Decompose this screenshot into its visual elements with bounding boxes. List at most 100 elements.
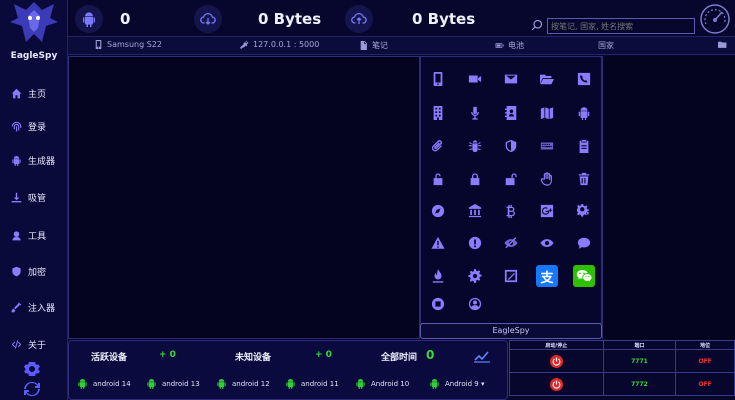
lock-open-icon[interactable]	[500, 168, 522, 190]
unknown-devices-label: 未知设备	[235, 353, 272, 363]
alipay-glyph: 支	[540, 270, 554, 286]
android-icon	[356, 378, 365, 389]
user-circle-icon[interactable]	[464, 293, 486, 315]
hand-icon[interactable]	[536, 168, 558, 190]
android-version-13[interactable]: android 13	[146, 378, 200, 389]
search-input[interactable]	[547, 18, 695, 34]
clipboard-icon[interactable]	[573, 135, 595, 157]
paperclip-icon[interactable]	[427, 135, 449, 157]
sidebar-item-dropper[interactable]: 吸管	[0, 186, 68, 208]
sidebar-item-label: 登录	[28, 122, 47, 133]
power-icon	[552, 380, 561, 389]
bank-icon[interactable]	[464, 200, 486, 222]
col-start-stop: 启动/停止	[509, 340, 604, 350]
gear-icon[interactable]	[464, 265, 486, 287]
eye-slash-icon[interactable]	[500, 232, 522, 254]
device-address[interactable]: 127.0.0.1 : 5000	[240, 40, 319, 49]
bitcoin-icon[interactable]	[500, 200, 522, 222]
device-model-text: Samsung S22	[107, 40, 162, 49]
devices-android-icon	[75, 5, 103, 33]
settings-gear-icon[interactable]	[23, 361, 41, 377]
android-version-12[interactable]: android 12	[216, 378, 270, 389]
sidebar: EagleSpy 主页 登录 生成器 吸管 工具 加密 注入器 关于	[0, 0, 68, 400]
keyboard-icon[interactable]	[536, 135, 558, 157]
device-stats-panel: 活跃设备 + 0 未知设备 + 0 全部时间 0 android 14 andr…	[68, 340, 508, 400]
compass-icon[interactable]	[427, 200, 449, 222]
android-icon	[147, 378, 156, 389]
android-version-14[interactable]: android 14	[77, 378, 131, 389]
phone-icon[interactable]	[427, 68, 449, 90]
wechat-icon[interactable]	[573, 265, 595, 287]
download-icon	[9, 190, 23, 204]
fingerprint-icon	[9, 119, 23, 133]
device-folder[interactable]	[718, 40, 731, 49]
android-version-9[interactable]: Android 9 ▾	[429, 378, 484, 389]
sidebar-item-login[interactable]: 登录	[0, 115, 68, 137]
android-icon	[430, 378, 439, 389]
sidebar-item-tools[interactable]: 工具	[0, 224, 68, 246]
alert-icon[interactable]	[464, 232, 486, 254]
folder-open-icon[interactable]	[536, 68, 558, 90]
android-icon[interactable]	[573, 102, 595, 124]
port-state: OFF	[675, 372, 735, 396]
map-icon[interactable]	[536, 102, 558, 124]
sidebar-item-label: 工具	[28, 231, 47, 242]
home-icon	[9, 86, 23, 100]
sidebar-item-label: 吸管	[28, 193, 47, 204]
video-icon[interactable]	[464, 68, 486, 90]
eaglespy-button[interactable]: EagleSpy	[420, 323, 602, 339]
sidebar-item-builder[interactable]: 生成器	[0, 149, 68, 171]
android-version-10[interactable]: Android 10	[355, 378, 409, 389]
col-port: 端口	[602, 340, 677, 350]
phone-call-icon[interactable]	[573, 68, 595, 90]
main-screen-panel[interactable]	[68, 56, 420, 339]
refresh-icon[interactable]	[23, 381, 41, 397]
android-icon	[78, 378, 87, 389]
android-icon	[217, 378, 226, 389]
device-country[interactable]: 国家	[598, 40, 614, 51]
fire-icon[interactable]	[427, 265, 449, 287]
note-icon	[360, 41, 367, 50]
contacts-icon[interactable]	[500, 102, 522, 124]
trend-chart-icon[interactable]	[473, 349, 491, 363]
unknown-devices-value: + 0	[315, 350, 332, 360]
cogs-icon[interactable]	[573, 200, 595, 222]
power-button[interactable]	[549, 354, 563, 368]
power-icon	[552, 357, 561, 366]
phone-icon	[95, 40, 102, 49]
sidebar-item-encrypt[interactable]: 加密	[0, 260, 68, 282]
google-plus-icon[interactable]	[536, 200, 558, 222]
building-icon[interactable]	[427, 102, 449, 124]
app-window: EagleSpy 主页 登录 生成器 吸管 工具 加密 注入器 关于 0 0 B…	[0, 0, 735, 400]
tools-icon	[9, 228, 23, 242]
eye-icon[interactable]	[536, 232, 558, 254]
device-battery[interactable]: 电池	[495, 40, 524, 51]
device-model[interactable]: Samsung S22	[94, 40, 162, 49]
mic-icon[interactable]	[464, 102, 486, 124]
sidebar-item-home[interactable]: 主页	[0, 82, 68, 104]
alipay-icon[interactable]: 支	[536, 265, 558, 287]
sidebar-item-injector[interactable]: 注入器	[0, 296, 68, 318]
lock-icon[interactable]	[464, 168, 486, 190]
warning-icon[interactable]	[427, 232, 449, 254]
chat-icon[interactable]	[573, 232, 595, 254]
device-country-text: 国家	[598, 41, 614, 50]
trash-icon[interactable]	[573, 168, 595, 190]
shield-half-icon[interactable]	[500, 135, 522, 157]
power-button[interactable]	[549, 377, 563, 391]
stop-icon[interactable]	[427, 293, 449, 315]
download-bytes: 0 Bytes	[258, 10, 322, 28]
screenshot-icon[interactable]	[500, 265, 522, 287]
android-version-11[interactable]: android 11	[285, 378, 339, 389]
plug-icon	[240, 40, 249, 49]
search-icon	[531, 19, 543, 31]
active-devices-label: 活跃设备	[91, 353, 128, 363]
device-notes[interactable]: 笔记	[359, 40, 388, 51]
sidebar-item-about[interactable]: 关于	[0, 333, 68, 355]
folder-icon	[718, 41, 727, 48]
mail-icon[interactable]	[500, 68, 522, 90]
unlock-icon[interactable]	[427, 168, 449, 190]
bug-icon[interactable]	[464, 135, 486, 157]
devices-count: 0	[120, 10, 131, 28]
table-row: 7771 OFF	[509, 349, 735, 373]
